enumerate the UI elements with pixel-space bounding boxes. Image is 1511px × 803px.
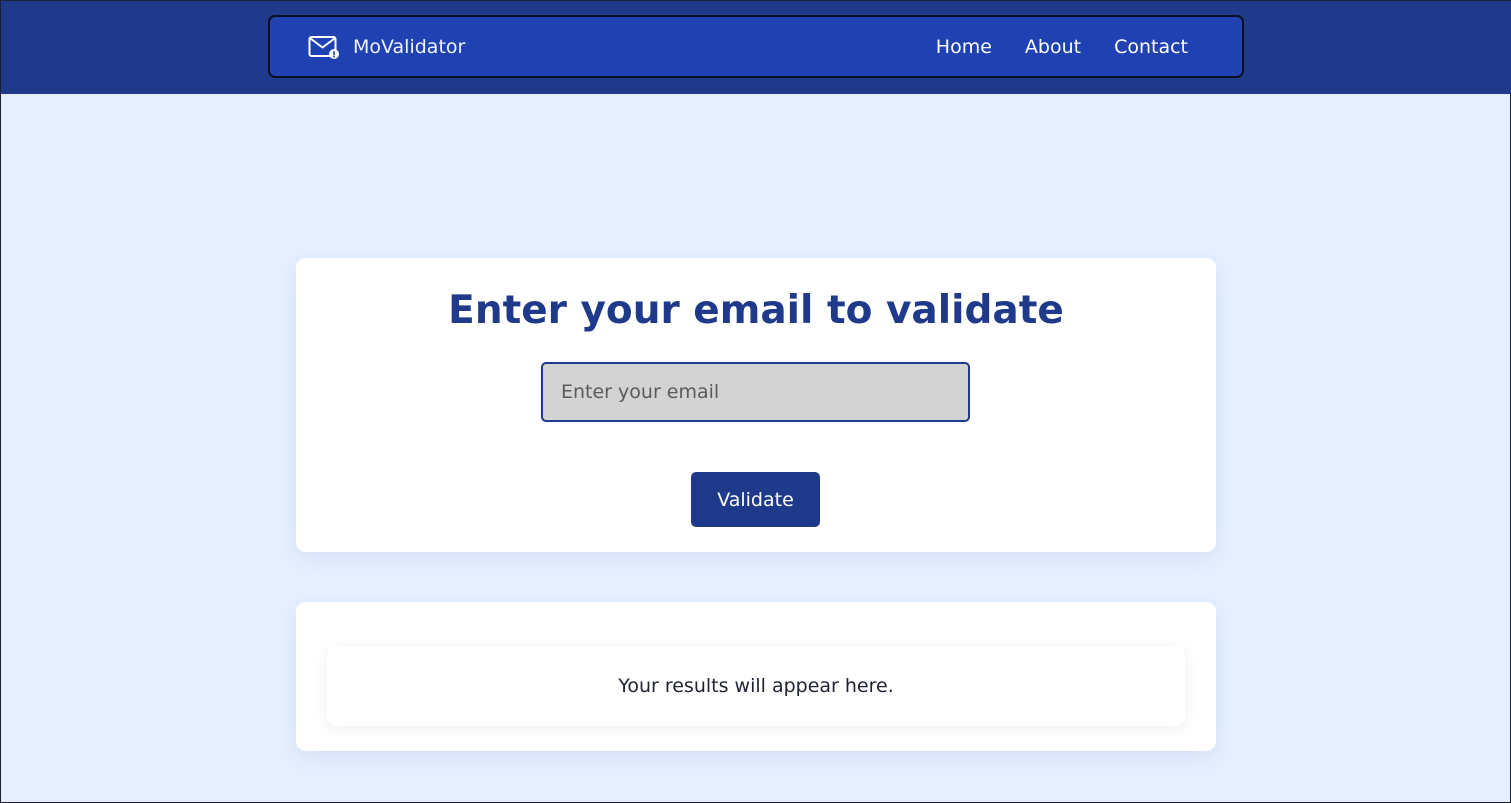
nav-link-contact[interactable]: Contact (1114, 36, 1188, 58)
validation-form-card: Enter your email to validate Validate (296, 258, 1216, 552)
results-panel: Your results will appear here. (327, 646, 1185, 726)
form-title: Enter your email to validate (448, 288, 1064, 333)
results-message: Your results will appear here. (618, 675, 894, 697)
nav-link-about[interactable]: About (1025, 36, 1081, 58)
top-header: MoValidator Home About Contact (1, 1, 1511, 94)
email-input[interactable] (541, 362, 970, 422)
nav-links: Home About Contact (936, 17, 1188, 76)
results-card: Your results will appear here. (296, 602, 1216, 751)
brand-logo-link[interactable]: MoValidator (308, 17, 465, 76)
envelope-icon (308, 34, 340, 60)
brand-name: MoValidator (353, 35, 466, 58)
navbar: MoValidator Home About Contact (268, 15, 1244, 78)
validate-button[interactable]: Validate (691, 472, 820, 527)
nav-link-home[interactable]: Home (936, 36, 992, 58)
